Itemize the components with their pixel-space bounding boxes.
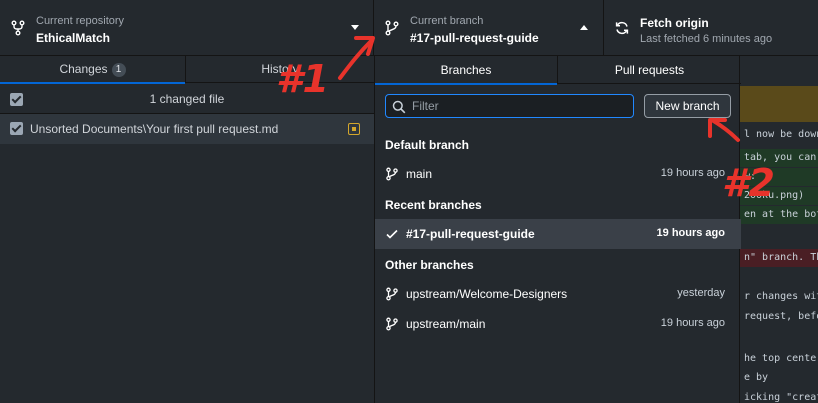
diff-view: l now be downl tab, you can cw:2ooku.png)… [740, 56, 818, 403]
changes-count-badge: 1 [111, 63, 126, 77]
diff-line: request, befo [744, 311, 818, 322]
branch-icon [385, 20, 399, 36]
tab-pull-requests[interactable]: Pull requests [558, 56, 741, 84]
branch-name: #17-pull-request-guide [410, 31, 539, 45]
diff-line: icking "creat [744, 392, 818, 403]
search-icon [392, 100, 406, 114]
repository-label: Current repository [36, 15, 125, 27]
branch-label: Current branch [410, 15, 484, 27]
default-branch-heading: Default branch [385, 138, 470, 152]
branch-item-time: yesterday [677, 287, 725, 299]
diff-line: tab, you can c [740, 149, 818, 167]
changes-pane: Changes 1 History 1 changed file Unsorted… [0, 56, 374, 403]
new-branch-button[interactable]: New branch [644, 94, 731, 118]
fetch-origin-label: Fetch origin [640, 16, 709, 30]
branch-item-name: upstream/Welcome-Designers [406, 287, 568, 301]
diff-line [740, 330, 818, 348]
branch-item[interactable]: upstream/main 19 hours ago [375, 309, 741, 339]
branch-dropdown: Branches Pull requests New branch Defaul… [374, 56, 741, 403]
modified-icon [348, 123, 360, 135]
changed-file-row[interactable]: Unsorted Documents\Your first pull reque… [0, 114, 374, 144]
check-icon [386, 229, 398, 239]
branch-item-name: #17-pull-request-guide [406, 227, 535, 241]
branch-item-time: 19 hours ago [656, 227, 725, 239]
tab-changes[interactable]: Changes 1 [0, 56, 186, 84]
diff-line [740, 270, 818, 288]
branch-filter-input[interactable] [412, 98, 627, 114]
chevron-up-icon [580, 25, 588, 30]
tab-branches[interactable]: Branches [375, 56, 558, 85]
last-fetched-label: Last fetched 6 minutes ago [640, 33, 773, 45]
chevron-down-icon [351, 25, 359, 30]
diff-line: l now be downl [744, 129, 818, 140]
file-path: Unsorted Documents\Your first pull reque… [30, 122, 279, 136]
diff-line [740, 228, 818, 246]
branch-item[interactable]: main 19 hours ago [375, 159, 741, 189]
branch-icon [386, 287, 398, 301]
branch-item[interactable]: upstream/Welcome-Designers yesterday [375, 279, 741, 309]
branch-item-time: 19 hours ago [660, 317, 725, 329]
tab-history[interactable]: History [186, 56, 374, 83]
diff-line: w: [740, 168, 818, 186]
diff-line: he top center [744, 353, 818, 364]
tab-pull-requests-label: Pull requests [614, 63, 685, 77]
branch-item[interactable]: #17-pull-request-guide 19 hours ago [375, 219, 741, 249]
branch-icon [386, 317, 398, 331]
sidebar-tabs: Changes 1 History [0, 56, 374, 84]
branch-filter[interactable] [385, 94, 634, 118]
other-branches-heading: Other branches [385, 258, 474, 272]
sync-icon [615, 21, 629, 35]
diff-line [740, 86, 818, 122]
current-repository-button[interactable]: Current repository EthicalMatch [0, 0, 374, 56]
fetch-origin-button[interactable]: Fetch origin Last fetched 6 minutes ago [604, 0, 818, 56]
repository-name: EthicalMatch [36, 31, 111, 45]
tab-changes-label: Changes [59, 62, 108, 76]
diff-line: en at the bott [740, 206, 818, 224]
diff-line: n" branch. Th [740, 249, 818, 267]
toolbar: Current repository EthicalMatch Current … [0, 0, 818, 56]
diff-line: 2ooku.png) [740, 187, 818, 205]
changed-files-summary: 1 changed file [149, 92, 225, 106]
recent-branches-heading: Recent branches [385, 198, 482, 212]
branch-item-name: main [406, 167, 433, 181]
repo-fork-icon [11, 20, 25, 36]
diff-line: r changes with [744, 291, 818, 302]
tab-history-label: History [261, 62, 299, 76]
branch-item-time: 19 hours ago [660, 167, 725, 179]
diff-line: e by [744, 372, 769, 383]
current-branch-button[interactable]: Current branch #17-pull-request-guide [374, 0, 604, 56]
file-checkbox[interactable] [10, 122, 23, 135]
tab-branches-label: Branches [440, 63, 492, 77]
branch-dropdown-tabs: Branches Pull requests [375, 56, 741, 85]
branch-item-name: upstream/main [406, 317, 486, 331]
branch-icon [386, 167, 398, 181]
changed-files-header: 1 changed file [0, 84, 374, 114]
